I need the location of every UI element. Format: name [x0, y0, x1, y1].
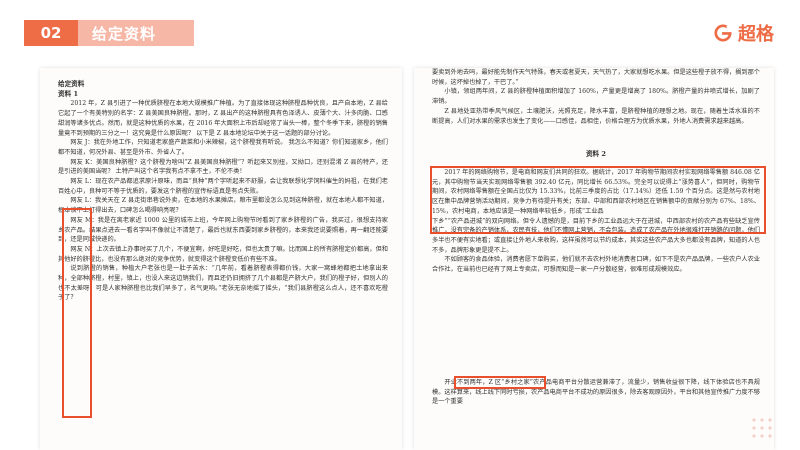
right-para-c: Z 县地处亚热带季风气候区，土壤肥沃，光照充足，降水丰富，是脐橙种植的理想之地。… — [432, 107, 760, 125]
forum-post-m: 网友 M：我是在离老家近 1000 公里的城市上班，今年网上购物节时看到了家乡脐… — [58, 216, 388, 244]
material-1-label: 资料 1 — [58, 89, 79, 98]
material-1-intro: 2012 年，Z 县引进了一种优质脐橙在本地大规模推广种植。为了直接体现这种脐橙… — [58, 100, 388, 137]
right-para-d: 下乡”“农产品进城”的双向网络。但令人遗憾的是，目前下乡的工业品远大于在进城，中… — [432, 217, 760, 254]
right-top-text: 要卖到外地去吗，最好能先制作天气特殊，春天或者夏天，天气热了，大家就想吃水果。但… — [432, 69, 760, 86]
doc-title: 给定资料 — [58, 80, 85, 88]
forum-post-k: 网友 K：美国良种脐橙？这个脐橙为啥叫“Z 县美国良种脐橙”？听起来又别扭，又拗… — [58, 158, 388, 176]
section-number: 02 — [24, 20, 78, 46]
highlighted-stats-paragraph: 2017 年的网络购物节，是电商和网友们共同的狂欢。据统计，2017 年购物节期… — [432, 169, 760, 215]
section-title: 给定资料 — [92, 24, 157, 43]
right-para-f: 开业不到两年，Z 区“乡村之家”农产品电商平台分散运营兼滞了，流量少，销售收益很… — [432, 379, 760, 406]
right-para-b: 小镇，领组两年间，Z 县的脐橙种植面积增加了 160%，产量更是增高了 180%… — [432, 88, 760, 106]
farmer-zhang-text: 说到脐橙的销售，种植大户老张也是一肚子苦水：“几年前，看着脐橙表得都价钱，大家一… — [58, 265, 388, 302]
decorative-dots — [752, 418, 772, 438]
right-para-e: 不如顾客的食品体验，消费者愿下单购买，他们就不去农村外地消费者口碑，如下不是农产… — [432, 256, 760, 274]
forum-post-l2: 网友 L：我关天在 Z 县走街串巷说外卖，在本地的水果摊店，粮市里都没怎么见到这… — [58, 197, 388, 215]
forum-post-n: 网友 N：上次去镇上办事时买了几个，不便宜啊，好吃是好吃，但也太贵了嘛。比而国上… — [58, 245, 388, 263]
slide-header: 02 给定资料 超格 — [0, 0, 800, 56]
brand-name: 超格 — [738, 24, 774, 45]
forum-post-l1: 网友 L：现在农产品都追求原汁原味，而且“良种”两个字听起来不舒服，会让我联想化… — [58, 178, 388, 195]
forum-post-j: 网友 J：我在外地工作，只知道老家盛产蔬菜和小米辣椒，这个脐橙我有听说。 我怎么… — [58, 139, 388, 156]
brand-g-icon — [714, 24, 732, 42]
section-tag: 02 给定资料 — [24, 20, 194, 46]
document-page-left: 给定资料 资料 1 2012 年，Z 县引进了一种优质脐橙在本地大规模推广种植。… — [40, 68, 402, 450]
document-page-right: 要卖到外地去吗，最好能先制作天气特殊，春天或者夏天，天气热了，大家就想吃水果。但… — [414, 68, 774, 450]
brand-logo: 超格 — [714, 20, 774, 46]
material-2-label: 资料 2 — [585, 150, 607, 158]
